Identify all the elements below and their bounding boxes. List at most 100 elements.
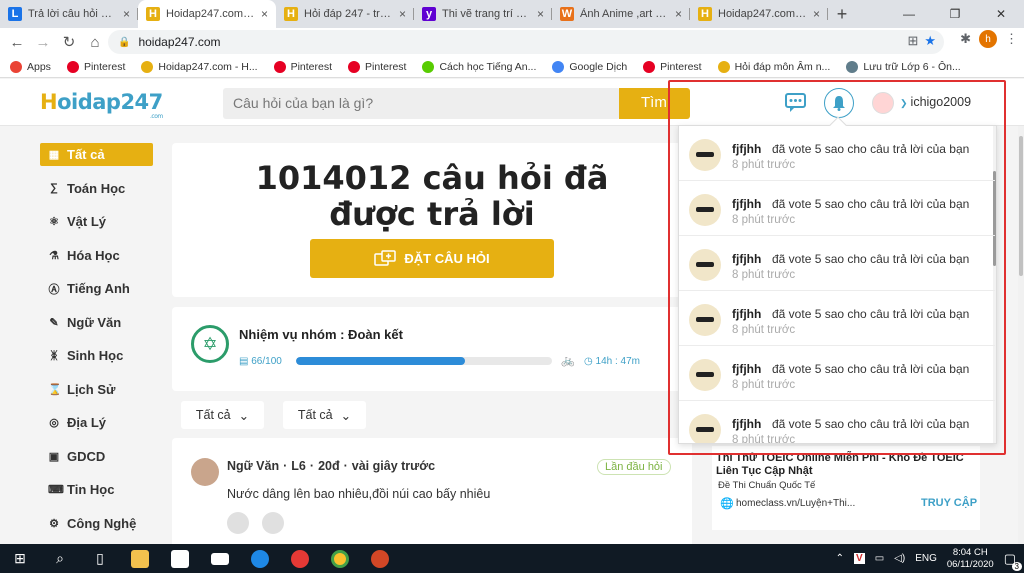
browser-tab[interactable]: W Ảnh Anime ,art siêu ×	[552, 0, 690, 28]
extensions-icon[interactable]: ✱	[960, 31, 971, 47]
home-icon[interactable]: ⌂	[82, 29, 108, 55]
bookmark-item[interactable]: Pinterest	[348, 60, 406, 73]
sidebar-item[interactable]: ∑ Toán Học	[40, 177, 153, 200]
back-icon[interactable]: ←	[4, 29, 30, 55]
ad-banner[interactable]: Thi Thử TOEIC Online Miễn Phí - Kho Đề T…	[712, 446, 980, 530]
ad-url[interactable]: homeclass.vn/Luyện+Thi...	[736, 498, 855, 509]
notification-item[interactable]: fjfjhh đã vote 5 sao cho câu trả lời của …	[679, 401, 995, 443]
bookmark-item[interactable]: Hoidap247.com - H...	[141, 60, 258, 73]
browser-toolbar: ← → ↻ ⌂ 🔒 hoidap247.com ⊞ ★ ✱ h ⋮	[0, 28, 1024, 56]
battery-icon[interactable]: ▭	[875, 553, 884, 564]
restore-icon[interactable]: ❐	[932, 0, 978, 28]
bookmark-item[interactable]: Cách học Tiếng An...	[422, 60, 536, 73]
search-icon[interactable]: ⌕	[40, 544, 80, 573]
ad-cta-button[interactable]: TRUY CẬP	[921, 497, 977, 509]
bookmark-item[interactable]: Pinterest	[643, 60, 702, 73]
forward-icon[interactable]: →	[30, 29, 56, 55]
ask-question-button[interactable]: ĐẶT CÂU HỎI	[310, 239, 554, 278]
close-tab-icon[interactable]: ×	[675, 7, 682, 21]
notification-bell-button[interactable]	[824, 88, 854, 118]
answerer-avatar[interactable]	[262, 512, 284, 534]
site-logo[interactable]: Hoidap247 .com	[40, 90, 163, 120]
bookmark-item[interactable]: Lưu trữ Lớp 6 - Ôn...	[846, 60, 961, 73]
notification-item[interactable]: fjfjhh đã vote 5 sao cho câu trả lời của …	[679, 236, 995, 291]
close-tab-icon[interactable]: ×	[261, 7, 268, 21]
notification-item[interactable]: fjfjhh đã vote 5 sao cho câu trả lời của …	[679, 291, 995, 346]
notifier-username[interactable]: fjfjhh	[732, 142, 761, 156]
show-hidden-icon[interactable]: ⌃	[836, 553, 844, 564]
notification-item[interactable]: fjfjhh đã vote 5 sao cho câu trả lời của …	[679, 126, 995, 181]
notifier-username[interactable]: fjfjhh	[732, 307, 761, 321]
close-tab-icon[interactable]: ×	[813, 7, 820, 21]
sidebar-item[interactable]: ◎ Địa Lý	[40, 411, 153, 434]
notifier-username[interactable]: fjfjhh	[732, 417, 761, 431]
question-card[interactable]: Ngữ Văn · L6 · 20đ · vài giây trước Lần đầu hỏ…	[172, 438, 692, 548]
bookmark-item[interactable]: Pinterest	[273, 60, 332, 73]
opera-icon[interactable]	[280, 544, 320, 573]
sidebar-item[interactable]: ✎ Ngữ Văn	[40, 311, 153, 334]
task-view-icon[interactable]: ▯	[80, 544, 120, 573]
chat-icon[interactable]	[785, 93, 807, 113]
file-explorer-icon[interactable]	[120, 544, 160, 573]
search-button[interactable]: Tìm	[619, 88, 690, 119]
star-icon[interactable]: ★	[924, 33, 936, 49]
filter-dropdown-1[interactable]: Tất cả ⌄	[181, 401, 264, 429]
close-tab-icon[interactable]: ×	[123, 7, 130, 21]
translate-icon[interactable]: ⊞	[907, 33, 918, 49]
vietkey-icon[interactable]: V	[854, 553, 865, 564]
browser-tab[interactable]: H Hoidap247.com - Hỏ ×	[138, 0, 276, 28]
sidebar-item[interactable]: ▦ Tất cả	[40, 143, 153, 166]
asker-avatar[interactable]	[191, 458, 219, 486]
browser-tab[interactable]: y Thi vẽ trang trí có khi ×	[414, 0, 552, 28]
bookmark-item[interactable]: Google Dịch	[552, 60, 627, 73]
volume-icon[interactable]: ◁)	[894, 553, 905, 564]
new-tab-button[interactable]: +	[828, 0, 856, 28]
sidebar-item[interactable]: ⚙ Công Nghệ	[40, 512, 153, 535]
powerpoint-icon[interactable]	[360, 544, 400, 573]
windows-start-icon[interactable]: ⊞	[0, 544, 40, 573]
page-scrollbar[interactable]	[1018, 126, 1024, 544]
search-input[interactable]: Câu hỏi của bạn là gì?	[223, 88, 620, 119]
mail-icon[interactable]	[200, 544, 240, 573]
sidebar-item[interactable]: ▣ GDCD	[40, 445, 153, 468]
chrome-icon[interactable]	[320, 544, 360, 573]
filter-dropdown-2[interactable]: Tất cả ⌄	[283, 401, 366, 429]
question-text[interactable]: Nước dâng lên bao nhiêu,đồi núi cao bấy …	[227, 487, 490, 501]
close-window-icon[interactable]: ✕	[978, 0, 1024, 28]
browser-tab[interactable]: H Hỏi đáp 247 - trang ×	[276, 0, 414, 28]
browser-tab[interactable]: L Trả lời câu hỏi Bài 8 L ×	[0, 0, 138, 28]
sidebar-item[interactable]: ⚗ Hóa Học	[40, 244, 153, 267]
notification-item[interactable]: fjfjhh đã vote 5 sao cho câu trả lời của …	[679, 346, 995, 401]
notifier-username[interactable]: fjfjhh	[732, 252, 761, 266]
sidebar-item[interactable]: Ⓐ Tiếng Anh	[40, 277, 153, 300]
bookmark-item[interactable]: Pinterest	[66, 60, 125, 73]
action-center-icon[interactable]: ▢ 3	[1004, 551, 1022, 571]
sidebar-item[interactable]: ⚛ Vật Lý	[40, 210, 153, 233]
browser-tab[interactable]: H Hoidap247.com - Hỏ ×	[690, 0, 828, 28]
ad-title[interactable]: Thi Thử TOEIC Online Miễn Phí - Kho Đề T…	[716, 452, 978, 478]
close-tab-icon[interactable]: ×	[399, 7, 406, 21]
answerer-avatar[interactable]	[227, 512, 249, 534]
user-menu[interactable]: ❯ ichigo2009	[900, 95, 971, 109]
bookmark-item[interactable]: Apps	[10, 60, 51, 73]
edge-icon[interactable]	[240, 544, 280, 573]
page-scrollbar-thumb[interactable]	[1019, 136, 1023, 276]
sidebar-item[interactable]: ⌛ Lịch Sử	[40, 378, 153, 401]
store-icon[interactable]	[160, 544, 200, 573]
user-avatar[interactable]	[872, 92, 894, 114]
reload-icon[interactable]: ↻	[56, 29, 82, 55]
close-tab-icon[interactable]: ×	[537, 7, 544, 21]
sidebar-item[interactable]: ᛤ Sinh Học	[40, 344, 153, 367]
minimize-icon[interactable]: —	[886, 0, 932, 28]
sidebar-item[interactable]: ⌨ Tin Học	[40, 478, 153, 501]
bookmark-item[interactable]: Hỏi đáp môn Âm n...	[717, 60, 830, 73]
clock[interactable]: 8:04 CH 06/11/2020	[947, 547, 994, 571]
tab-title: Trả lời câu hỏi Bài 8 L	[28, 8, 117, 20]
language-indicator[interactable]: ENG	[915, 553, 937, 564]
notifier-username[interactable]: fjfjhh	[732, 197, 761, 211]
notification-item[interactable]: fjfjhh đã vote 5 sao cho câu trả lời của …	[679, 181, 995, 236]
profile-avatar[interactable]: h	[979, 30, 997, 48]
notifier-username[interactable]: fjfjhh	[732, 362, 761, 376]
address-bar[interactable]: 🔒 hoidap247.com ⊞ ★	[108, 30, 944, 54]
menu-icon[interactable]: ⋮	[1005, 31, 1018, 47]
